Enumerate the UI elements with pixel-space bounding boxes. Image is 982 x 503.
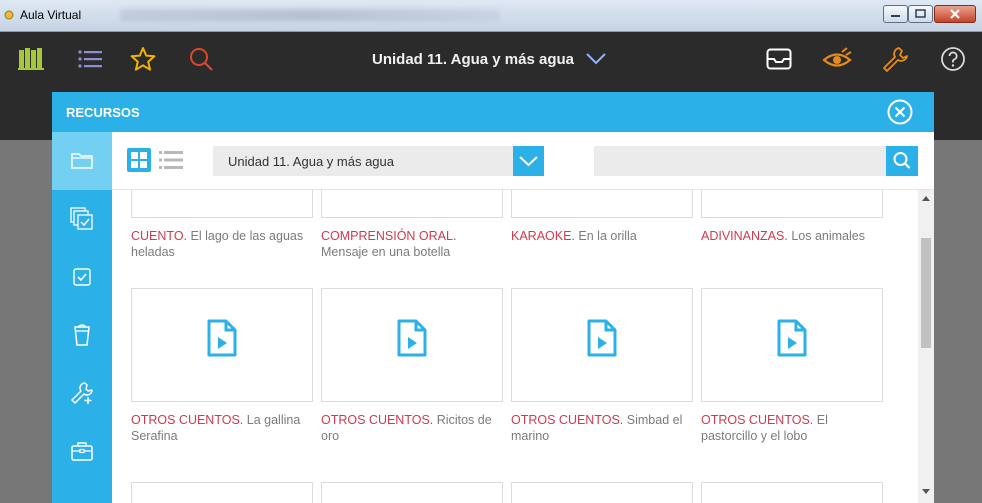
close-window-button[interactable]	[934, 5, 976, 23]
eye-icon[interactable]	[822, 32, 852, 86]
chevron-down-icon	[519, 156, 538, 167]
resource-category: OTROS CUENTOS.	[131, 413, 244, 427]
resource-thumbnail[interactable]	[131, 482, 313, 503]
video-file-icon	[397, 319, 427, 357]
scroll-down-arrow-icon[interactable]	[921, 488, 931, 496]
check-icon	[73, 268, 91, 286]
cup-icon	[74, 324, 90, 346]
resource-caption: CUENTO. El lago de las aguas heladas	[131, 228, 313, 260]
maximize-button[interactable]	[908, 5, 933, 23]
resources-toolbar: Unidad 11. Agua y más agua	[112, 132, 934, 190]
resource-thumbnail	[321, 190, 503, 218]
wrench-icon[interactable]	[882, 32, 908, 86]
resource-thumbnail[interactable]	[511, 482, 693, 503]
minimize-button[interactable]	[883, 5, 908, 23]
resource-category: OTROS CUENTOS.	[511, 413, 624, 427]
app-icon	[4, 10, 14, 20]
resource-caption: COMPRENSIÓN ORAL. Mensaje en una botella	[321, 228, 503, 260]
video-file-icon	[207, 319, 237, 357]
resource-thumbnail[interactable]	[321, 482, 503, 503]
tools-icon	[71, 382, 93, 404]
blurred-url	[120, 9, 500, 21]
resource-caption: OTROS CUENTOS. La gallina Serafina	[131, 412, 313, 444]
close-icon[interactable]	[885, 97, 915, 127]
select-caret-button[interactable]	[513, 146, 544, 176]
sidebar-item-tools[interactable]	[52, 364, 112, 422]
resource-caption: OTROS CUENTOS. El pastorcillo y el lobo	[701, 412, 883, 444]
search-input[interactable]	[594, 146, 884, 176]
resource-search	[594, 146, 918, 176]
resource-category: CUENTO.	[131, 229, 188, 243]
resource-title: Los animales	[791, 229, 865, 243]
resource-title: Mensaje en una botella	[321, 245, 451, 259]
search-icon	[893, 152, 911, 169]
help-icon[interactable]	[940, 32, 966, 86]
sidebar-item-briefcase[interactable]	[52, 422, 112, 480]
sidebar-item-check[interactable]	[52, 248, 112, 306]
resource-category: ADIVINANZAS.	[701, 229, 788, 243]
sidebar-item-tasks[interactable]	[52, 190, 112, 248]
resource-thumbnail	[511, 190, 693, 218]
search-icon[interactable]	[188, 32, 214, 86]
scrollbar-thumb[interactable]	[921, 238, 931, 348]
resource-thumbnail[interactable]	[701, 482, 883, 503]
sidebar-item-folder[interactable]	[52, 132, 112, 190]
menu-icon[interactable]	[78, 32, 102, 86]
star-icon[interactable]	[130, 32, 156, 86]
resource-title: En la orilla	[578, 229, 637, 243]
resource-thumbnail	[131, 190, 313, 218]
search-button[interactable]	[886, 146, 918, 176]
resources-grid: CUENTO. El lago de las aguas heladas COM…	[112, 190, 918, 503]
resource-category: COMPRENSIÓN ORAL.	[321, 229, 457, 243]
resource-thumbnail	[131, 288, 313, 402]
scroll-up-arrow-icon[interactable]	[921, 194, 931, 202]
unit-select[interactable]: Unidad 11. Agua y más agua	[213, 146, 544, 176]
resource-thumbnail	[701, 288, 883, 402]
unit-title: Unidad 11. Agua y más agua	[372, 50, 575, 68]
window-title: Aula Virtual	[20, 8, 82, 22]
sidebar-item-cup[interactable]	[52, 306, 112, 364]
video-file-icon	[587, 319, 617, 357]
vertical-scrollbar[interactable]	[918, 190, 934, 503]
chevron-down-icon	[586, 53, 606, 65]
unit-select-value: Unidad 11. Agua y más agua	[228, 154, 394, 169]
resource-category: OTROS CUENTOS.	[701, 413, 814, 427]
app-bar: Unidad 11. Agua y más agua	[0, 32, 982, 86]
modal-sidebar	[52, 132, 112, 503]
unit-selector[interactable]: Unidad 11. Agua y más agua	[372, 32, 606, 86]
resource-category: OTROS CUENTOS.	[321, 413, 434, 427]
modal-title: RECURSOS	[66, 105, 140, 120]
books-icon[interactable]	[18, 32, 44, 86]
resource-caption: OTROS CUENTOS. Simbad el marino	[511, 412, 693, 444]
window-titlebar: Aula Virtual	[0, 0, 982, 32]
resource-caption: KARAOKE. En la orilla	[511, 228, 693, 244]
resource-caption: OTROS CUENTOS. Ricitos de oro	[321, 412, 503, 444]
resources-modal: RECURSOS Unidad 11. Agua y más agua CUEN…	[52, 92, 934, 503]
list-view-icon[interactable]	[159, 148, 183, 172]
resource-thumbnail	[701, 190, 883, 218]
briefcase-icon	[71, 442, 93, 461]
resource-thumbnail	[511, 288, 693, 402]
inbox-icon[interactable]	[766, 32, 792, 86]
folder-icon	[71, 153, 93, 169]
video-file-icon	[777, 319, 807, 357]
resource-caption: ADIVINANZAS. Los animales	[701, 228, 883, 244]
resource-thumbnail	[321, 288, 503, 402]
grid-view-icon[interactable]	[127, 148, 151, 172]
resource-category: KARAOKE.	[511, 229, 575, 243]
tasks-icon	[70, 207, 93, 230]
modal-header: RECURSOS	[52, 92, 934, 132]
